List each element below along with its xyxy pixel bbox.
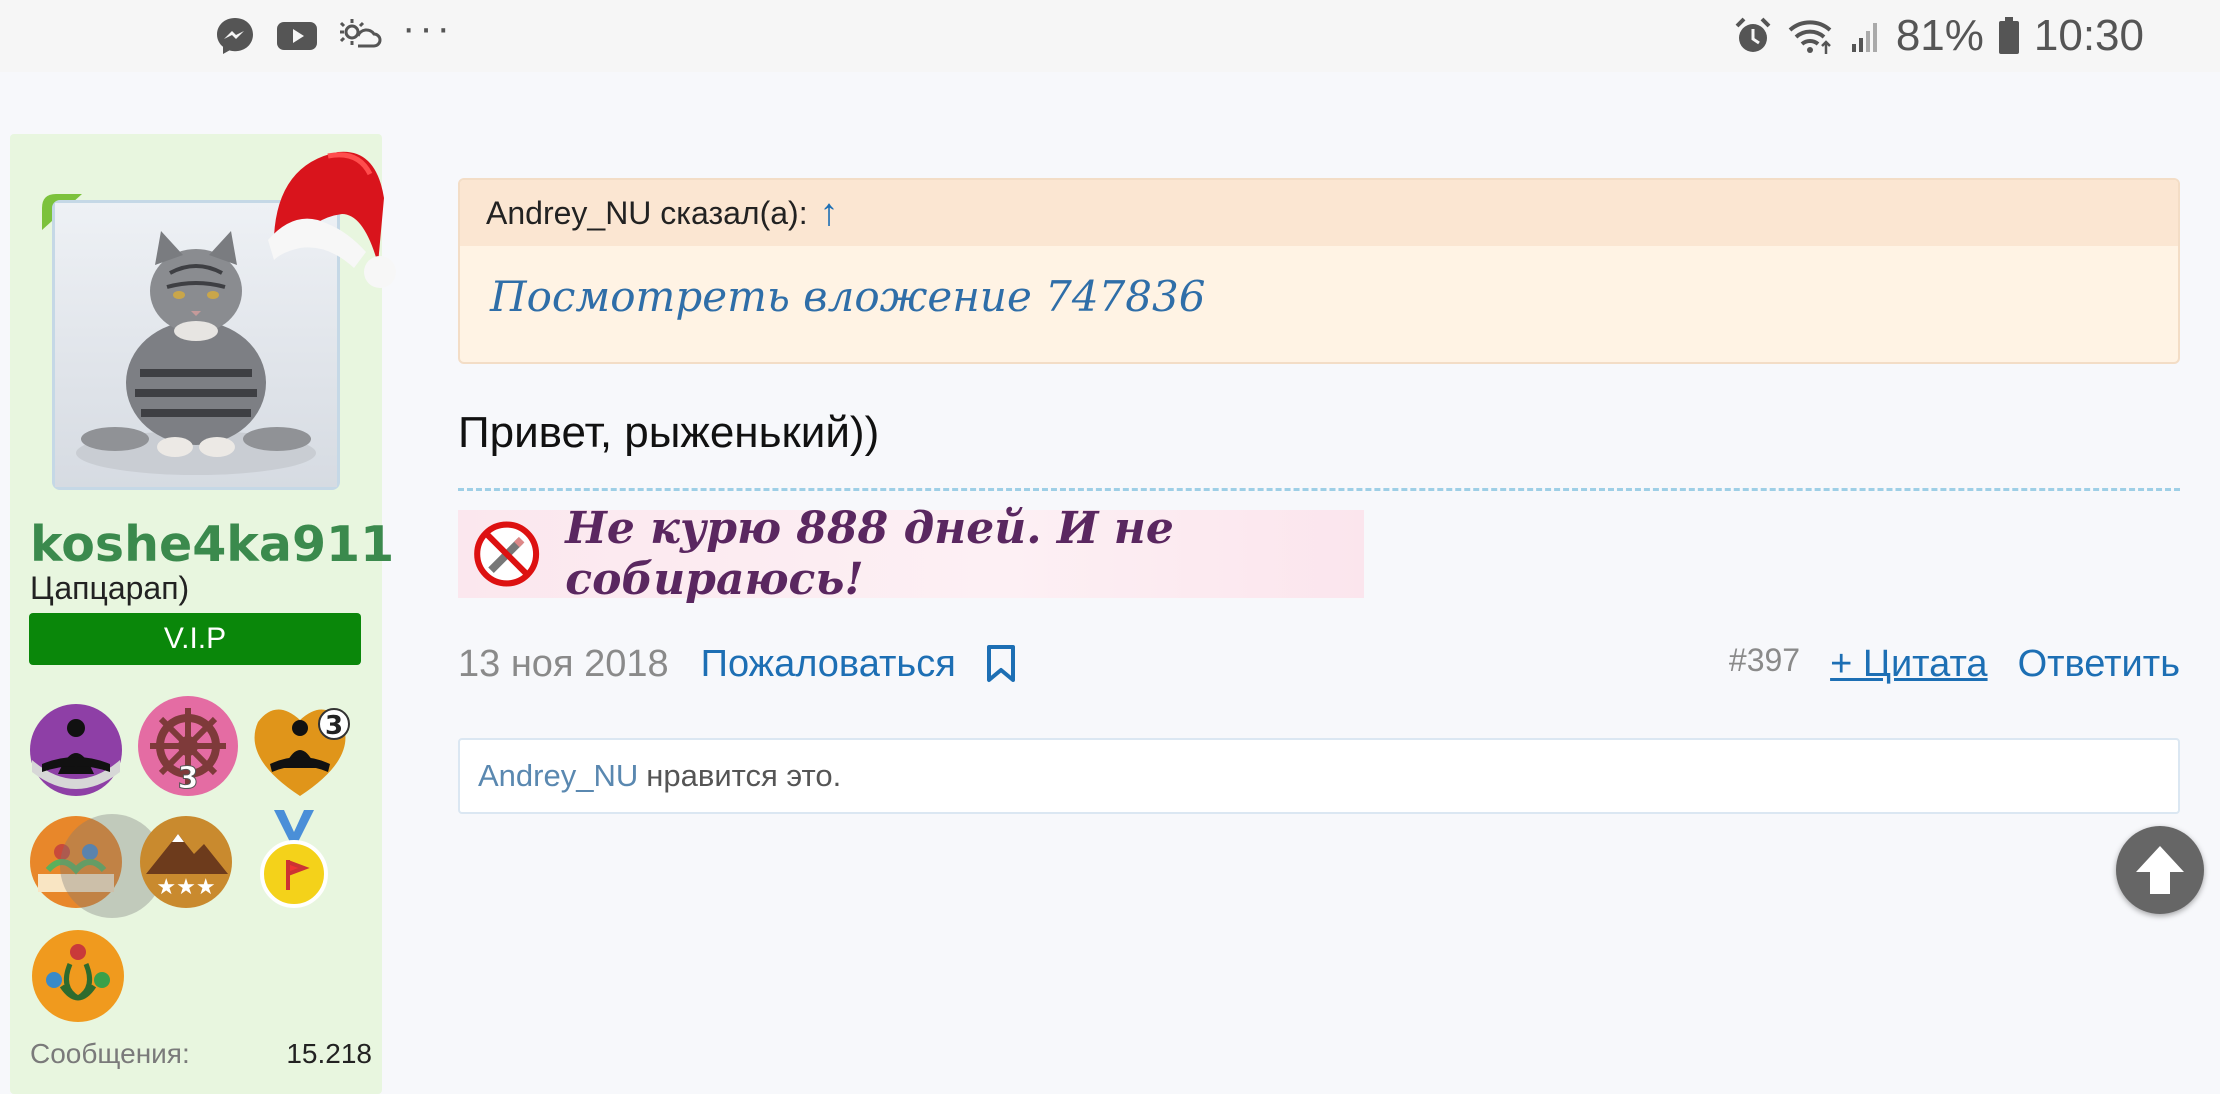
mountain-stars-trophy-icon[interactable]: ★★★	[138, 814, 234, 910]
svg-text:3: 3	[178, 761, 199, 796]
system-icons: 81% 10:30	[1734, 10, 2144, 62]
signal-icon	[1850, 18, 1882, 54]
quote-block: Andrey_NU сказал(а): ↑ Посмотреть вложен…	[458, 178, 2180, 364]
quote-header[interactable]: Andrey_NU сказал(а): ↑	[460, 180, 2178, 246]
santa-hat-icon	[268, 151, 396, 288]
bookmark-icon[interactable]	[984, 644, 1018, 684]
post-footer: 13 ноя 2018 Пожаловаться #397 + Цитата О…	[458, 634, 2180, 694]
community-trophy-icon[interactable]	[30, 928, 126, 1024]
more-notifications-icon: ···	[402, 6, 454, 50]
post-actions: #397 + Цитата Ответить	[1729, 642, 2180, 686]
report-button[interactable]: Пожаловаться	[701, 643, 956, 686]
message-count-row: Сообщения: 15.218	[30, 1038, 372, 1070]
signature-banner: Не курю 888 дней. И не собираюсь!	[458, 503, 1364, 605]
user-title: Цапцарап)	[30, 570, 190, 606]
scroll-to-top-button[interactable]	[2116, 826, 2204, 914]
quote-button[interactable]: + Цитата	[1830, 643, 1987, 686]
meditation-gold-trophy-icon[interactable]: 3	[248, 698, 352, 802]
weather-icon	[338, 16, 382, 56]
likes-text: нравится это.	[646, 758, 842, 793]
wifi-icon	[1786, 16, 1836, 56]
svg-text:3: 3	[325, 711, 343, 741]
signature-text: Не курю 888 дней. И не собираюсь!	[565, 503, 1174, 605]
username[interactable]: koshe4ka911	[30, 516, 394, 573]
medal-trophy-icon[interactable]	[254, 810, 334, 910]
jump-to-quote-icon[interactable]: ↑	[820, 192, 839, 235]
likes-bar: Andrey_NU нравится это.	[458, 738, 2180, 814]
like-user-link[interactable]: Andrey_NU	[478, 758, 638, 794]
post-date[interactable]: 13 ноя 2018	[458, 643, 669, 686]
user-sidebar: koshe4ka911 Цапцарап) V.I.P 3 3 ★★★ Сооб…	[10, 134, 396, 1094]
reply-button[interactable]: Ответить	[2018, 643, 2180, 686]
no-smoking-icon	[474, 521, 540, 587]
signature-divider	[458, 488, 2180, 491]
arrow-up-icon	[2136, 846, 2184, 894]
post-number[interactable]: #397	[1729, 642, 1800, 679]
alarm-icon	[1734, 16, 1772, 56]
youtube-icon	[276, 20, 318, 52]
messenger-icon	[214, 15, 256, 57]
notification-icons: ···	[214, 8, 454, 58]
wheel-trophy-icon[interactable]: 3	[136, 694, 240, 798]
messages-value: 15.218	[286, 1038, 372, 1069]
attachment-link[interactable]: Посмотреть вложение 747836	[460, 246, 2178, 321]
svg-text:★★★: ★★★	[156, 875, 215, 900]
post-message: Привет, рыженький))	[458, 408, 880, 457]
battery-icon	[1998, 17, 2020, 55]
messages-label: Сообщения:	[30, 1038, 190, 1069]
status-bar: ··· 81% 10:30	[0, 0, 2220, 72]
battery-percent: 81%	[1895, 11, 1984, 60]
quote-author: Andrey_NU сказал(а):	[486, 194, 808, 231]
meditation-trophy-icon[interactable]	[28, 702, 124, 798]
vip-badge: V.I.P	[29, 613, 361, 665]
clock: 10:30	[2033, 11, 2144, 60]
avatar[interactable]	[42, 151, 396, 490]
